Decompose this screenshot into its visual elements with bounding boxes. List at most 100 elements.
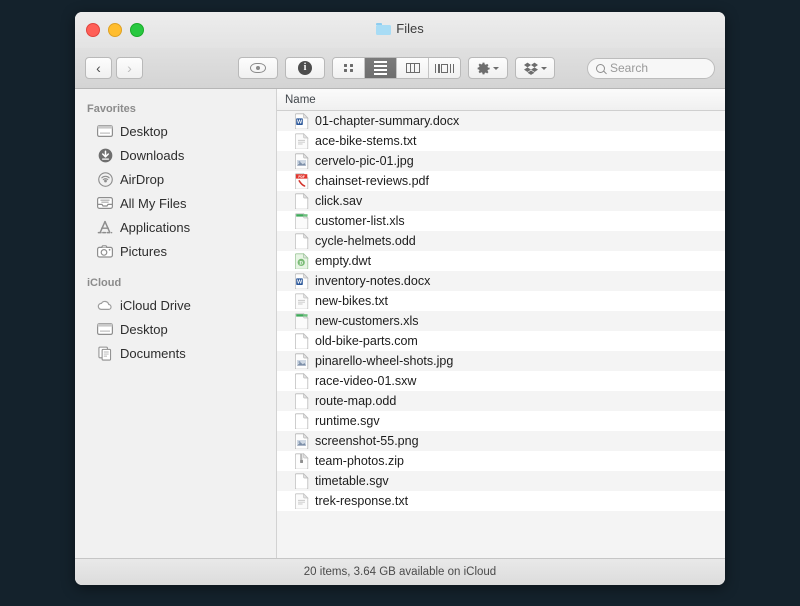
sidebar-item-label: Applications [120,219,191,235]
info-button[interactable]: i [285,57,325,79]
eye-icon [250,63,266,73]
blank-document-icon [295,193,309,209]
blank-document-icon [295,333,309,349]
file-name: trek-response.txt [315,494,409,508]
sidebar-item-downloads[interactable]: Downloads [75,143,276,167]
table-row[interactable]: trek-response.txt [277,491,725,511]
list-view-button[interactable] [365,58,397,78]
file-name: inventory-notes.docx [315,274,431,288]
coverflow-view-button[interactable] [429,58,460,78]
sidebar-item-label: Desktop [120,321,168,337]
sidebar-item-all-my-files[interactable]: All My Files [75,191,276,215]
file-name: empty.dwt [315,254,372,268]
file-name: click.sav [315,194,363,208]
table-row[interactable]: screenshot-55.png [277,431,725,451]
sidebar-item-label: Downloads [120,147,185,163]
table-row[interactable]: pinarello-wheel-shots.jpg [277,351,725,371]
toolbar: ‹ › i Search [75,48,725,89]
file-name: 01-chapter-summary.docx [315,114,460,128]
finder-window: Files ‹ › i Search Favorites Desktop Dow… [75,12,725,585]
table-row[interactable]: customer-list.xls [277,211,725,231]
column-header-row: Name [277,89,725,111]
file-name: old-bike-parts.com [315,334,418,348]
table-row[interactable]: race-video-01.sxw [277,371,725,391]
pictures-icon [97,243,113,259]
excel-document-icon [295,213,309,229]
table-row[interactable]: W 01-chapter-summary.docx [277,111,725,131]
sidebar-item-label: AirDrop [120,171,165,187]
table-row[interactable]: old-bike-parts.com [277,331,725,351]
table-row[interactable]: route-map.odd [277,391,725,411]
applications-icon [97,219,113,235]
sidebar-item-icloud-drive[interactable]: iCloud Drive [75,293,276,317]
table-row[interactable]: ace-bike-stems.txt [277,131,725,151]
table-row[interactable]: team-photos.zip [277,451,725,471]
sidebar-item-label: iCloud Drive [120,297,191,313]
sidebar-item-label: Desktop [120,123,168,139]
table-row[interactable]: cervelo-pic-01.jpg [277,151,725,171]
column-view-button[interactable] [397,58,429,78]
blank-document-icon [295,373,309,389]
info-icon: i [298,61,312,75]
file-name: chainset-reviews.pdf [315,174,429,188]
table-row[interactable]: runtime.sgv [277,411,725,431]
search-input[interactable]: Search [587,57,715,79]
window-body: Favorites Desktop Downloads AirDrop All … [75,89,725,558]
status-text: 20 items, 3.64 GB available on iCloud [303,566,497,578]
file-name: screenshot-55.png [315,434,419,448]
sidebar-item-pictures[interactable]: Pictures [75,239,276,263]
folder-icon [376,22,392,35]
blank-document-icon [295,413,309,429]
table-row[interactable]: PDF chainset-reviews.pdf [277,171,725,191]
chevron-right-icon: › [127,60,132,76]
table-row[interactable]: click.sav [277,191,725,211]
quicklook-button[interactable] [238,57,278,79]
sidebar-item-documents[interactable]: Documents [75,341,276,365]
sidebar: Favorites Desktop Downloads AirDrop All … [75,89,277,558]
file-rows: W 01-chapter-summary.docx ace-bike-stems.t… [277,111,725,558]
table-row[interactable]: new-customers.xls [277,311,725,331]
action-menu-button[interactable] [468,57,508,79]
search-icon [596,63,605,73]
back-button[interactable]: ‹ [85,57,112,79]
table-row[interactable]: timetable.sgv [277,471,725,491]
file-list: Name W 01-chapter-summary.docx ace-bike-st… [277,89,725,558]
blank-document-icon [295,473,309,489]
image-document-icon [295,153,309,169]
sidebar-item-airdrop[interactable]: AirDrop [75,167,276,191]
columns-icon [405,63,420,73]
blank-document-icon [295,233,309,249]
file-name: ace-bike-stems.txt [315,134,417,148]
gear-icon [477,62,490,75]
sidebar-item-applications[interactable]: Applications [75,215,276,239]
file-name: new-customers.xls [315,314,419,328]
file-name: pinarello-wheel-shots.jpg [315,354,454,368]
table-row[interactable]: Winventory-notes.docx [277,271,725,291]
table-row[interactable]: new-bikes.txt [277,291,725,311]
forward-button[interactable]: › [116,57,143,79]
file-name: runtime.sgv [315,414,380,428]
file-name: timetable.sgv [315,474,389,488]
airdrop-icon [97,171,113,187]
dropbox-menu-button[interactable] [515,57,555,79]
documents-icon [97,345,113,361]
desktop-icon [97,123,113,139]
sidebar-item-label: Pictures [120,243,167,259]
text-document-icon [295,293,309,309]
svg-text:D: D [299,261,303,266]
word-document-icon: W [295,113,309,129]
list-icon [374,61,387,75]
sidebar-item-desktop[interactable]: Desktop [75,119,276,143]
excel-document-icon [295,313,309,329]
file-name: team-photos.zip [315,454,404,468]
sidebar-section-icloud-title: iCloud [87,277,122,289]
empty-list-area[interactable] [277,511,725,558]
table-row[interactable]: Dempty.dwt [277,251,725,271]
sidebar-item-icloud-desktop[interactable]: Desktop [75,317,276,341]
table-row[interactable]: cycle-helmets.odd [277,231,725,251]
icon-view-button[interactable] [333,58,365,78]
navigation-buttons: ‹ › [85,57,143,79]
column-header-name[interactable]: Name [285,94,316,106]
blank-document-icon [295,393,309,409]
all-my-files-icon [97,195,113,211]
